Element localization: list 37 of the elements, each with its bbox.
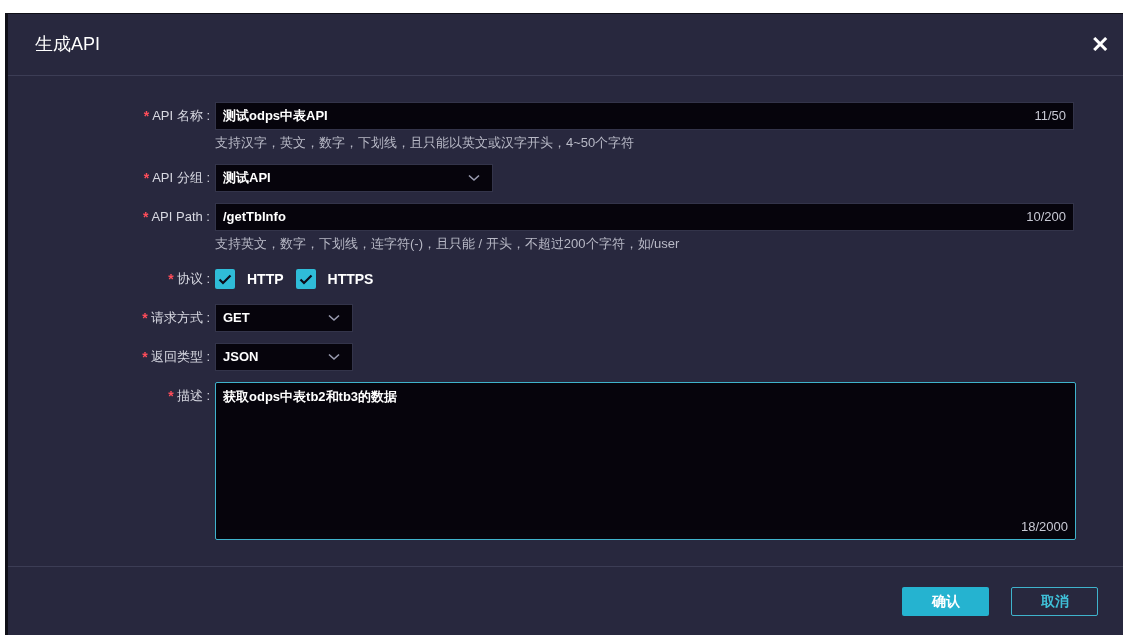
field-label: 返回类型 : <box>150 348 210 367</box>
character-counter: 18/2000 <box>1021 517 1068 536</box>
field-hint: 支持英文，数字，下划线，连字符(-)，且只能 / 开头，不超过200个字符，如/user <box>215 235 681 253</box>
checkbox-option[interactable]: HTTPS <box>295 268 374 290</box>
field-label: 描述 : <box>176 387 210 406</box>
required-mark: * <box>143 106 150 126</box>
select-field[interactable]: JSON <box>215 343 353 371</box>
check-icon <box>298 273 313 285</box>
checkbox-option[interactable]: HTTP <box>215 268 284 290</box>
text-field[interactable]: 测试odps中表API 11/50 <box>215 102 1074 130</box>
character-counter: 10/200 <box>1026 208 1066 227</box>
required-mark: * <box>168 386 174 406</box>
dialog-title: 生成API <box>35 33 100 56</box>
checkbox[interactable] <box>295 269 316 289</box>
text-area[interactable]: 获取odps中表tb2和tb3的数据 18/2000 <box>215 382 1076 540</box>
check-icon <box>218 273 232 285</box>
required-mark: * <box>143 207 149 227</box>
select-field[interactable]: GET <box>215 304 353 332</box>
field-label: API 分组 : <box>152 169 210 188</box>
required-mark: * <box>142 347 148 367</box>
field-hint: 支持汉字，英文，数字，下划线，且只能以英文或汉字开头，4~50个字符 <box>215 134 636 152</box>
chevron-down-icon <box>468 174 480 182</box>
field-label: API Path : <box>151 208 210 227</box>
field-label: API 名称 : <box>152 107 210 126</box>
field-label: 请求方式 : <box>150 309 210 328</box>
field-label: 协议 : <box>176 270 210 289</box>
chevron-down-icon <box>328 314 340 322</box>
text-field[interactable]: /getTbInfo 10/200 <box>215 203 1074 231</box>
close-button[interactable]: ✕ <box>1091 33 1109 56</box>
select-field[interactable]: 测试API <box>215 164 493 192</box>
required-mark: * <box>142 308 148 328</box>
required-mark: * <box>143 168 150 188</box>
character-counter: 11/50 <box>1034 107 1066 126</box>
cancel-button[interactable]: 取消 <box>1011 587 1098 616</box>
chevron-down-icon <box>328 353 340 361</box>
checkbox[interactable] <box>215 269 235 289</box>
required-mark: * <box>168 269 174 289</box>
